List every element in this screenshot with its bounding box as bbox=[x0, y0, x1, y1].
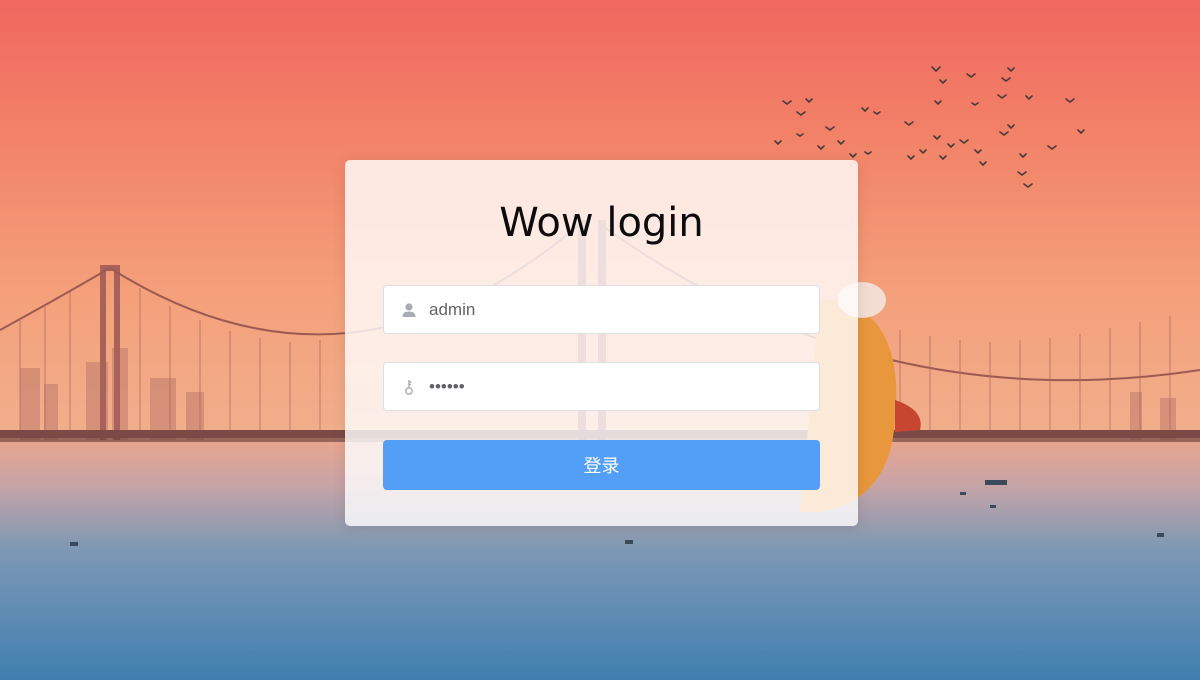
login-button[interactable]: 登录 bbox=[383, 440, 820, 490]
login-title: Wow login bbox=[499, 200, 704, 246]
key-icon bbox=[400, 378, 418, 396]
login-card: Wow login 登录 bbox=[345, 160, 858, 526]
user-icon bbox=[400, 301, 418, 319]
password-input[interactable] bbox=[429, 363, 809, 410]
username-field[interactable] bbox=[383, 285, 820, 334]
password-field[interactable] bbox=[383, 362, 820, 411]
username-input[interactable] bbox=[429, 286, 809, 333]
